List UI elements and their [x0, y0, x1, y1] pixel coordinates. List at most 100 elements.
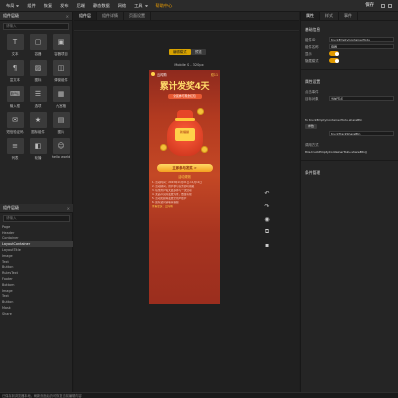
- tree-node-label: Page: [2, 224, 11, 229]
- device-label[interactable]: Mobile S - 320px: [158, 63, 220, 67]
- menu-components[interactable]: 组件: [23, 0, 39, 12]
- menu-label: 后端: [76, 2, 85, 8]
- tree-node-label: Share: [2, 311, 12, 316]
- select-icon: ☰: [29, 86, 47, 102]
- hidden-mode-toggle[interactable]: [329, 58, 339, 63]
- component-item[interactable]: ▤ 图片: [51, 112, 71, 136]
- params-tab[interactable]: 参数: [305, 124, 318, 129]
- menu-backend[interactable]: 后端: [73, 0, 89, 12]
- menu-label: 组件: [27, 2, 36, 8]
- preview-button[interactable]: 预览: [191, 49, 206, 55]
- tab-component-detail[interactable]: 组件详情: [97, 12, 124, 20]
- tab-styles[interactable]: 样式: [320, 12, 339, 20]
- component-item[interactable]: ✉ 短信验证码: [5, 112, 25, 136]
- subtitle-badge: 全民参与现金红包: [167, 94, 202, 99]
- menu-network[interactable]: 网络: [114, 0, 130, 12]
- component-label: 短信验证码: [6, 130, 24, 134]
- maximize-icon[interactable]: [388, 4, 392, 8]
- tab-properties[interactable]: 属性: [301, 12, 320, 20]
- delete-icon[interactable]: ▪: [262, 240, 272, 250]
- menu-help-center[interactable]: 帮助中心: [152, 0, 177, 12]
- component-label: 选项: [34, 104, 42, 108]
- show-toggle[interactable]: [329, 51, 339, 56]
- minimize-icon[interactable]: [381, 4, 385, 8]
- popup-icon: ◫: [52, 60, 70, 76]
- param-value-field[interactable]: truckTrackShareBtn: [329, 130, 394, 137]
- copy-icon[interactable]: ⧉: [262, 227, 272, 237]
- component-label: 弹窗组件: [54, 78, 68, 82]
- layer-tree-header: 组件层级 ×: [0, 204, 73, 213]
- component-item[interactable]: ▢ 容器: [28, 34, 48, 58]
- field-row: 目标对象 当前节点: [305, 95, 394, 102]
- floating-toolbar: ↶ ↷ ◉ ⧉ ▪: [262, 188, 272, 250]
- menu-publish[interactable]: 发布: [56, 0, 72, 12]
- tab-layers[interactable]: 组件层: [74, 12, 97, 20]
- component-item[interactable]: ⌨ 输入框: [5, 86, 25, 110]
- eye-icon[interactable]: ◉: [262, 214, 272, 224]
- layer-search-input[interactable]: 请输入: [3, 215, 70, 222]
- menu-layout[interactable]: 布局: [2, 0, 23, 12]
- status-bar: 已保存到浏览器本地，刷新页面后仍可恢复当前编辑内容: [0, 392, 398, 398]
- picture-icon: ▤: [52, 112, 70, 128]
- rules-list: 1. 活动时间：2023年11月01日-11月11日 2. 活动期间，用户参与任…: [149, 179, 220, 211]
- component-label: 列表: [11, 156, 19, 160]
- component-item[interactable]: ★ 图标组件: [28, 112, 48, 136]
- tree-node-label: Mask: [2, 306, 11, 311]
- save-button[interactable]: 保存: [365, 0, 374, 12]
- condition-section: 条件管理: [301, 164, 398, 181]
- component-label: 轮播: [34, 156, 42, 160]
- component-item[interactable]: ▨ 图标: [28, 60, 48, 84]
- method-value: this.truckEmptyContainerTo2u.shareBtn(): [305, 149, 368, 154]
- component-item[interactable]: ☰ 选项: [28, 86, 48, 110]
- handler-label[interactable]: fn truckEmptyContainerTo2u.shareBtn: [305, 118, 362, 122]
- params-row: 参数: [305, 123, 394, 130]
- canvas[interactable]: 编辑模式 预览 Mobile S - 320px 云闪购 双11 累计发奖4天 …: [74, 32, 299, 392]
- component-item[interactable]: ◧ 轮播: [28, 138, 48, 162]
- component-item[interactable]: ≡ 列表: [5, 138, 25, 162]
- toggle-label: 隐藏模式: [305, 59, 319, 63]
- text-icon: T: [6, 34, 24, 50]
- menu-label: 布局: [6, 2, 15, 8]
- attr-section: 属性设置 点击事件 目标对象 当前节点 fn truckEmptyContain…: [301, 73, 398, 157]
- edit-mode-button[interactable]: 编辑模式: [169, 49, 191, 55]
- phone-header: 云闪购 双11: [149, 70, 220, 78]
- field-label: 组件ID: [305, 38, 316, 42]
- tab-events[interactable]: 事件: [339, 12, 358, 20]
- tree-node-label: Header: [2, 230, 15, 235]
- container-item-icon: ▣: [52, 34, 70, 50]
- field-label: 目标对象: [305, 97, 319, 101]
- method-label: 调用方式: [305, 143, 319, 147]
- component-id-field[interactable]: truckEmptyContainerTo2u: [329, 36, 394, 43]
- redo-icon[interactable]: ↷: [262, 201, 272, 211]
- component-item[interactable]: T 文本: [5, 34, 25, 58]
- menu-static-data[interactable]: 静态数据: [89, 0, 114, 12]
- tab-page-settings[interactable]: 页面设置: [124, 12, 151, 20]
- component-search-input[interactable]: 请输入: [3, 23, 69, 30]
- component-item[interactable]: ▣ 容器项目: [51, 34, 71, 58]
- target-select[interactable]: 当前节点: [329, 95, 394, 102]
- menu-restore[interactable]: 恢复: [40, 0, 56, 12]
- search-placeholder: 请输入: [6, 216, 17, 220]
- coin-icon: [159, 144, 167, 151]
- menu-tools[interactable]: 工具: [130, 0, 151, 12]
- close-icon[interactable]: ×: [66, 14, 69, 19]
- component-grid: T 文本 ▢ 容器 ▣ 容器项目 ¶ 富文本 ▨ 图标 ◫ 弹窗组件 ⌨ 输入框 ☰ 选项 ▦ 九…: [0, 32, 72, 164]
- component-item[interactable]: ◫ 弹窗组件: [51, 60, 71, 84]
- cta-button[interactable]: 立即参与发奖 >: [156, 164, 213, 172]
- divider: [301, 160, 398, 161]
- component-name-field[interactable]: 容器: [329, 43, 394, 50]
- left-panel-header: 组件层级 ×: [0, 12, 72, 21]
- component-item[interactable]: ☺ hello world: [51, 138, 71, 162]
- tree-node-label: LayoutTitle: [2, 248, 21, 253]
- phone-preview[interactable]: 云闪购 双11 累计发奖4天 全民参与现金红包 新福袋 立即参与发奖 > 活动规…: [149, 70, 220, 304]
- brand-name: 云闪购: [157, 72, 167, 77]
- component-item[interactable]: ▦ 九宫格: [51, 86, 71, 110]
- menu-label: 帮助中心: [155, 2, 173, 8]
- more-link[interactable]: 查看更多：云闪购: [152, 205, 217, 209]
- bag-tie: [174, 118, 195, 121]
- tree-node-label: Button: [2, 300, 14, 305]
- undo-icon[interactable]: ↶: [262, 188, 272, 198]
- close-icon[interactable]: ×: [67, 206, 70, 211]
- tree-node[interactable]: Share: [0, 311, 73, 317]
- component-item[interactable]: ¶ 富文本: [5, 60, 25, 84]
